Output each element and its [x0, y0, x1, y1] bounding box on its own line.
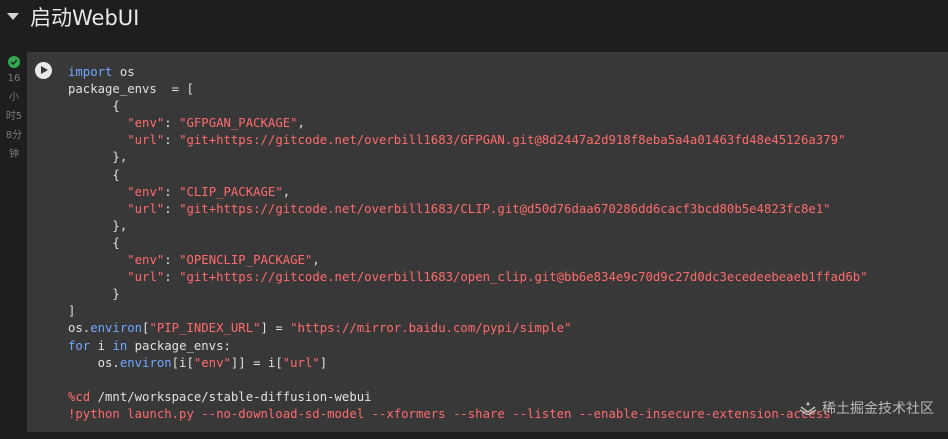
code-token: ] [68, 304, 76, 319]
checkmark-icon [8, 56, 20, 68]
cell-gutter: 16 小时5 8分钟 [0, 52, 27, 439]
code-line: ] [68, 303, 948, 320]
code-token: for [68, 338, 91, 353]
code-token: : [164, 201, 180, 216]
code-token: { [68, 99, 120, 114]
code-token: "url" [282, 355, 320, 370]
code-token: "GFPGAN_PACKAGE" [179, 116, 298, 131]
code-token: os [112, 65, 135, 79]
execution-time-line: 小 [9, 92, 19, 103]
code-line: package_envs = [ [68, 81, 948, 98]
code-token: %cd [68, 389, 91, 404]
execution-time-line: 16 [7, 73, 21, 84]
code-line: { [68, 167, 948, 184]
code-token: i [90, 338, 113, 353]
code-token: "PIP_INDEX_URL" [149, 321, 261, 336]
watermark: 稀土掘金技术社区 [799, 398, 934, 418]
code-token: os. [68, 355, 120, 370]
code-token: "url" [127, 133, 165, 148]
code-token: { [68, 235, 120, 250]
code-token: }, [68, 218, 128, 233]
code-token: environ [119, 355, 172, 370]
code-token: "https://mirror.baidu.com/pypi/simple" [290, 321, 572, 336]
code-line: os.environ[i["env"]] = i["url"] [68, 355, 948, 372]
code-line: { [68, 98, 948, 115]
code-line: "env": "CLIP_PACKAGE", [68, 184, 948, 201]
code-token: }, [68, 150, 128, 165]
code-line: }, [68, 149, 948, 166]
run-cell-button[interactable] [35, 62, 52, 79]
code-token: in [112, 338, 128, 353]
code-token: "url" [127, 270, 165, 285]
code-token: "env" [127, 116, 165, 131]
code-token: , [312, 253, 320, 268]
code-token: "CLIP_PACKAGE" [179, 184, 283, 199]
code-line: "url": "git+https://gitcode.net/overbill… [68, 132, 948, 149]
code-token: /mnt/workspace/stable-diffusion-webui [90, 389, 372, 404]
code-line: "url": "git+https://gitcode.net/overbill… [68, 201, 948, 218]
collapse-arrow-icon[interactable] [7, 13, 19, 20]
code-token: ]] = i[ [230, 355, 283, 370]
code-line: }, [68, 218, 948, 235]
code-token: , [282, 184, 291, 199]
code-token: "git+https://gitcode.net/overbill1683/op… [179, 270, 868, 285]
code-token: : [164, 116, 180, 131]
code-line: "url": "git+https://gitcode.net/overbill… [68, 269, 948, 286]
code-token: "env" [127, 253, 165, 268]
code-token: ] = [260, 321, 291, 336]
code-token: : [164, 270, 180, 285]
code-token: os. [68, 321, 91, 336]
code-line: "env": "GFPGAN_PACKAGE", [68, 115, 948, 132]
code-token: import [68, 65, 113, 79]
code-line: "env": "OPENCLIP_PACKAGE", [68, 252, 948, 269]
code-line: os.environ["PIP_INDEX_URL"] = "https://m… [68, 320, 948, 337]
code-token: : [164, 184, 180, 199]
code-line: for i in package_envs: [68, 338, 948, 355]
execution-time-line: 时5 [5, 111, 23, 122]
code-token: "git+https://gitcode.net/overbill1683/GF… [179, 133, 846, 148]
code-token: "env" [127, 184, 165, 199]
code-editor[interactable]: import os package_envs = [ { "env": "GFPG… [68, 64, 948, 423]
section-header: 启动WebUI [0, 0, 948, 40]
code-token: : [164, 253, 180, 268]
code-token: { [68, 167, 120, 182]
code-token: !python launch.py --no-download-sd-model… [68, 406, 831, 421]
code-token: package_envs: [127, 338, 231, 353]
section-title: 启动WebUI [30, 6, 140, 30]
code-token: "OPENCLIP_PACKAGE" [179, 253, 313, 268]
watermark-text: 稀土掘金技术社区 [822, 401, 934, 417]
code-cell[interactable]: import os package_envs = [ { "env": "GFPG… [27, 52, 948, 432]
execution-time-line: 8分 [5, 130, 23, 141]
code-line: } [68, 286, 948, 303]
code-token: package_envs = [ [68, 82, 194, 97]
code-token: environ [90, 321, 143, 336]
code-line: import os [68, 64, 948, 81]
code-token: [i[ [171, 355, 194, 370]
juejin-logo-icon [799, 402, 817, 415]
code-token: : [164, 133, 180, 148]
code-token: "env" [193, 355, 231, 370]
code-token: } [68, 287, 120, 302]
code-token: ] [319, 355, 328, 370]
code-line: { [68, 235, 948, 252]
code-token: , [297, 116, 305, 131]
code-token: "git+https://gitcode.net/overbill1683/CL… [179, 201, 831, 216]
code-token: "url" [127, 201, 165, 216]
execution-time-line: 钟 [9, 149, 19, 160]
